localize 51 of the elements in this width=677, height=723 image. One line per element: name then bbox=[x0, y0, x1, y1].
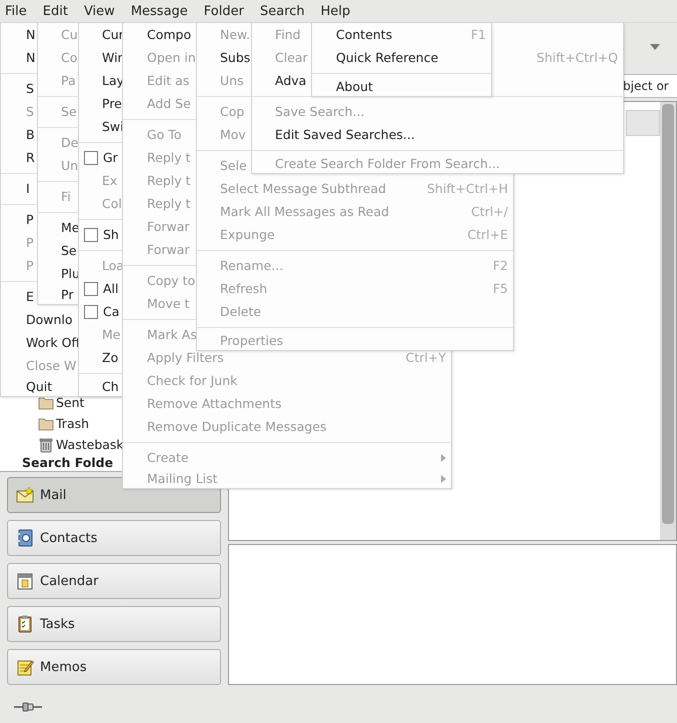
trash-can-icon bbox=[38, 436, 54, 452]
menu-item[interactable]: All bbox=[79, 277, 123, 300]
menu-item[interactable]: Cur bbox=[79, 23, 123, 46]
checkbox[interactable] bbox=[84, 282, 98, 296]
menu-item[interactable]: Sh bbox=[79, 223, 123, 246]
switcher-button[interactable]: Contacts bbox=[7, 520, 221, 556]
menu-item[interactable]: Ch bbox=[79, 377, 123, 396]
menu-item[interactable]: Contents F1 bbox=[312, 23, 491, 46]
address-book-icon bbox=[16, 529, 34, 547]
shortcut-label: F5 bbox=[492, 281, 508, 296]
checkbox[interactable] bbox=[84, 228, 98, 242]
mailbox-name[interactable]: Wastebask bbox=[56, 437, 124, 452]
submenu-arrow-icon bbox=[441, 454, 446, 462]
menubar-item[interactable]: Edit bbox=[38, 4, 74, 18]
menu-item[interactable]: Wir bbox=[79, 46, 123, 69]
caret-down-icon bbox=[650, 44, 660, 50]
folder-icon bbox=[38, 394, 54, 410]
switcher-button[interactable]: Calendar bbox=[7, 563, 221, 599]
menu-item[interactable]: Zo bbox=[79, 346, 123, 369]
menubar-item[interactable]: View bbox=[78, 4, 121, 18]
shortcut-label: Shift+Ctrl+H bbox=[426, 181, 508, 196]
notepad-icon bbox=[16, 658, 34, 676]
menu-item[interactable]: Gr bbox=[79, 146, 123, 169]
scrollbar[interactable] bbox=[660, 102, 676, 540]
menubar-item[interactable]: Search bbox=[254, 4, 311, 18]
menubar-item[interactable]: Message bbox=[126, 4, 194, 18]
shortcut-label: F1 bbox=[470, 27, 486, 42]
envelope-icon bbox=[16, 487, 34, 503]
switcher-button[interactable]: Tasks bbox=[7, 606, 221, 642]
mailbox-name[interactable]: Sent bbox=[56, 395, 84, 410]
menu-item[interactable]: Quick Reference bbox=[312, 46, 491, 69]
menu-item[interactable]: Edit Saved Searches... bbox=[252, 123, 623, 146]
menu-item[interactable]: About bbox=[312, 77, 491, 96]
checkbox[interactable] bbox=[84, 304, 98, 318]
clipboard-icon bbox=[16, 615, 34, 633]
mailbox-name[interactable]: Trash bbox=[56, 416, 90, 431]
menubar-item[interactable]: File bbox=[0, 4, 33, 18]
menubar-item[interactable]: Help bbox=[316, 4, 356, 18]
submenu-arrow-icon bbox=[441, 474, 446, 482]
shortcut-label: F2 bbox=[492, 258, 508, 273]
menu-item[interactable]: Ca bbox=[79, 300, 123, 323]
menubar-item[interactable]: Folder bbox=[198, 4, 250, 18]
checkbox[interactable] bbox=[84, 150, 98, 164]
switcher-button[interactable]: Memos bbox=[7, 649, 221, 685]
shortcut-label: Ctrl+/ bbox=[470, 204, 508, 219]
folder-icon bbox=[38, 416, 54, 432]
calendar-icon bbox=[16, 572, 34, 590]
shortcut-label: Ctrl+Y bbox=[404, 350, 446, 365]
plug-icon bbox=[14, 700, 42, 712]
menu-item[interactable]: Pre bbox=[79, 92, 123, 115]
shortcut-label: Ctrl+E bbox=[466, 227, 508, 242]
